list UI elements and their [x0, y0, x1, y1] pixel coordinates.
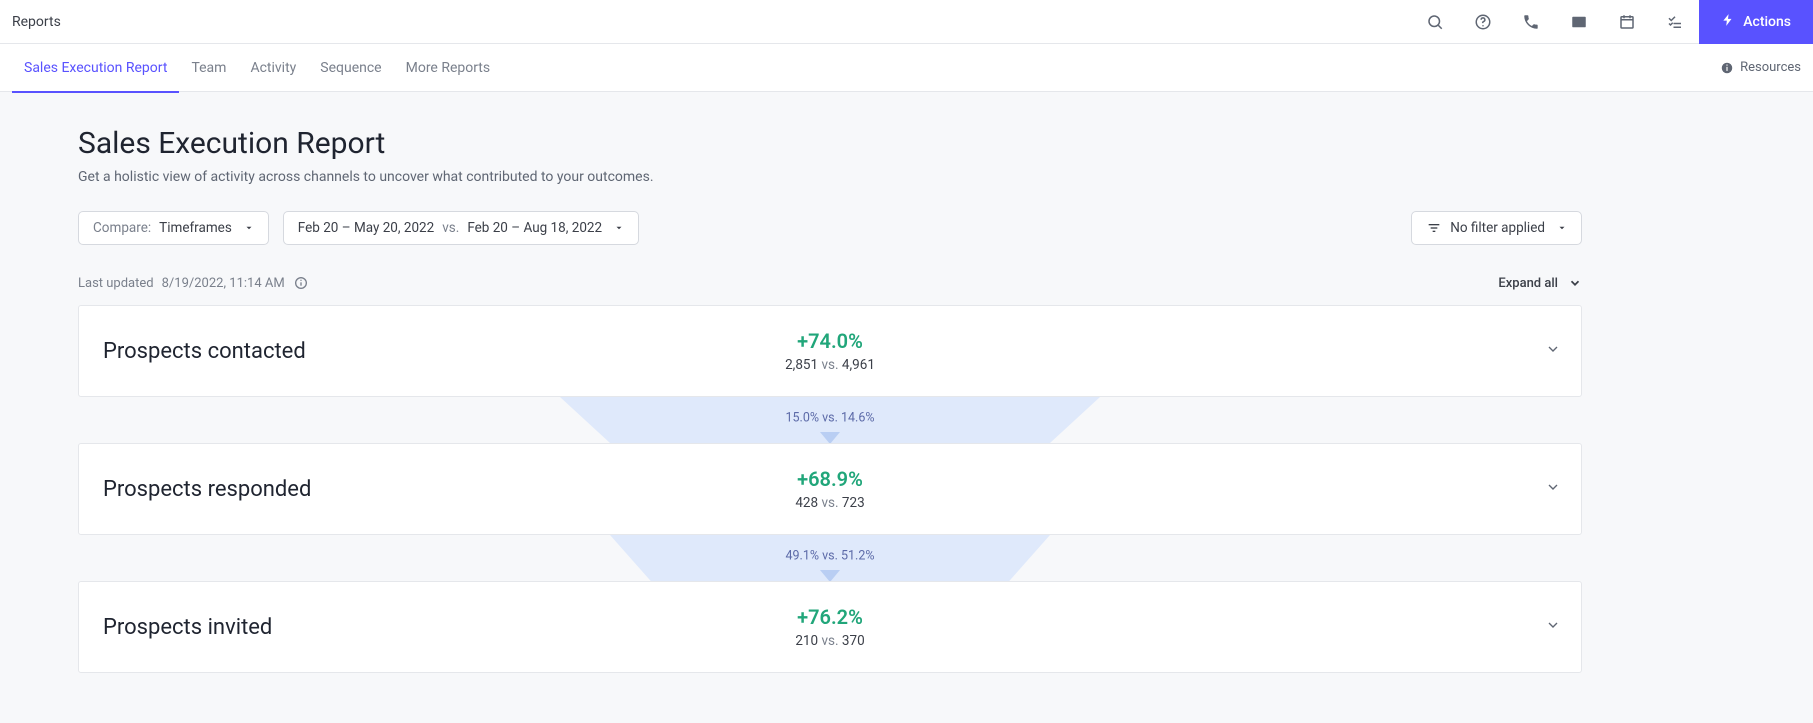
tab-label: Activity [250, 60, 296, 76]
compare-prefix: Compare: [93, 220, 151, 236]
card-vs-label: vs. [821, 357, 838, 373]
tab-label: Sequence [320, 60, 381, 76]
resources-label: Resources [1740, 60, 1801, 75]
card-vs: 210 vs. 370 [795, 633, 864, 649]
tab-team[interactable]: Team [179, 44, 238, 92]
metric-card-prospects-responded[interactable]: Prospects responded +68.9% 428 vs. 723 [78, 443, 1582, 535]
card-value-a: 2,851 [785, 357, 818, 373]
compare-dropdown[interactable]: Compare: Timeframes [78, 211, 269, 245]
tab-sequence[interactable]: Sequence [308, 44, 393, 92]
page-subtitle: Get a holistic view of activity across c… [78, 169, 1582, 185]
info-icon[interactable] [293, 275, 309, 291]
card-value-a: 428 [795, 495, 818, 511]
funnel-text: 49.1% vs. 51.2% [785, 549, 874, 564]
chevron-down-icon [1545, 479, 1561, 499]
filter-label: No filter applied [1450, 220, 1545, 236]
card-pct: +68.9% [795, 467, 864, 491]
meta-row: Last updated 8/19/2022, 11:14 AM Expand … [78, 275, 1582, 291]
chevron-down-icon [1568, 276, 1582, 290]
card-center: +68.9% 428 vs. 723 [795, 467, 864, 511]
card-value-b: 4,961 [842, 357, 875, 373]
card-pct: +76.2% [795, 605, 864, 629]
chevron-down-icon [1545, 617, 1561, 637]
calendar-icon[interactable] [1603, 0, 1651, 44]
funnel-text: 15.0% vs. 14.6% [785, 411, 874, 426]
filter-dropdown[interactable]: No filter applied [1411, 211, 1582, 245]
card-title: Prospects contacted [103, 339, 306, 364]
last-updated-label: Last updated [78, 276, 154, 291]
filter-icon [1426, 220, 1442, 236]
card-vs: 428 vs. 723 [795, 495, 864, 511]
compare-value: Timeframes [159, 220, 232, 236]
top-icon-bar [1411, 0, 1699, 44]
mail-icon[interactable] [1555, 0, 1603, 44]
chevron-down-icon [244, 223, 254, 233]
card-pct: +74.0% [785, 329, 875, 353]
app-title: Reports [12, 14, 61, 30]
help-icon[interactable] [1459, 0, 1507, 44]
card-title: Prospects invited [103, 615, 272, 640]
chevron-down-icon [614, 223, 624, 233]
phone-icon[interactable] [1507, 0, 1555, 44]
card-value-b: 370 [842, 633, 865, 649]
tasks-icon[interactable] [1651, 0, 1699, 44]
tabs-row: Sales Execution Report Team Activity Seq… [0, 44, 1813, 92]
tab-label: Team [191, 60, 226, 76]
metric-card-prospects-invited[interactable]: Prospects invited +76.2% 210 vs. 370 [78, 581, 1582, 673]
card-center: +76.2% 210 vs. 370 [795, 605, 864, 649]
info-icon [1720, 61, 1734, 75]
expand-all-label: Expand all [1498, 276, 1558, 291]
expand-all-button[interactable]: Expand all [1498, 276, 1582, 291]
chevron-down-icon [1545, 341, 1561, 361]
range-a: Feb 20 – May 20, 2022 [298, 220, 434, 236]
top-header: Reports Actions [0, 0, 1813, 44]
vs-label: vs. [442, 220, 459, 236]
main-content: Sales Execution Report Get a holistic vi… [0, 92, 1660, 713]
card-center: +74.0% 2,851 vs. 4,961 [785, 329, 875, 373]
last-updated-value: 8/19/2022, 11:14 AM [162, 276, 285, 291]
filter-row: Compare: Timeframes Feb 20 – May 20, 202… [78, 211, 1582, 245]
card-vs-label: vs. [821, 633, 838, 649]
card-title: Prospects responded [103, 477, 311, 502]
metric-card-prospects-contacted[interactable]: Prospects contacted +74.0% 2,851 vs. 4,9… [78, 305, 1582, 397]
tab-more-reports[interactable]: More Reports [394, 44, 503, 92]
tab-activity[interactable]: Activity [238, 44, 308, 92]
card-value-a: 210 [795, 633, 818, 649]
actions-button[interactable]: Actions [1699, 0, 1813, 44]
lightning-icon [1721, 13, 1735, 31]
chevron-down-icon [1557, 223, 1567, 233]
actions-label: Actions [1743, 14, 1791, 30]
tab-sales-execution-report[interactable]: Sales Execution Report [12, 44, 179, 92]
funnel-connector: 49.1% vs. 51.2% [78, 535, 1582, 581]
resources-link[interactable]: Resources [1720, 60, 1801, 75]
card-value-b: 723 [842, 495, 865, 511]
tab-label: More Reports [406, 60, 491, 76]
card-vs: 2,851 vs. 4,961 [785, 357, 875, 373]
tab-label: Sales Execution Report [24, 60, 167, 76]
search-icon[interactable] [1411, 0, 1459, 44]
timeframe-dropdown[interactable]: Feb 20 – May 20, 2022 vs. Feb 20 – Aug 1… [283, 211, 639, 245]
page-title: Sales Execution Report [78, 126, 1582, 161]
funnel-connector: 15.0% vs. 14.6% [78, 397, 1582, 443]
range-b: Feb 20 – Aug 18, 2022 [467, 220, 602, 236]
card-vs-label: vs. [821, 495, 838, 511]
